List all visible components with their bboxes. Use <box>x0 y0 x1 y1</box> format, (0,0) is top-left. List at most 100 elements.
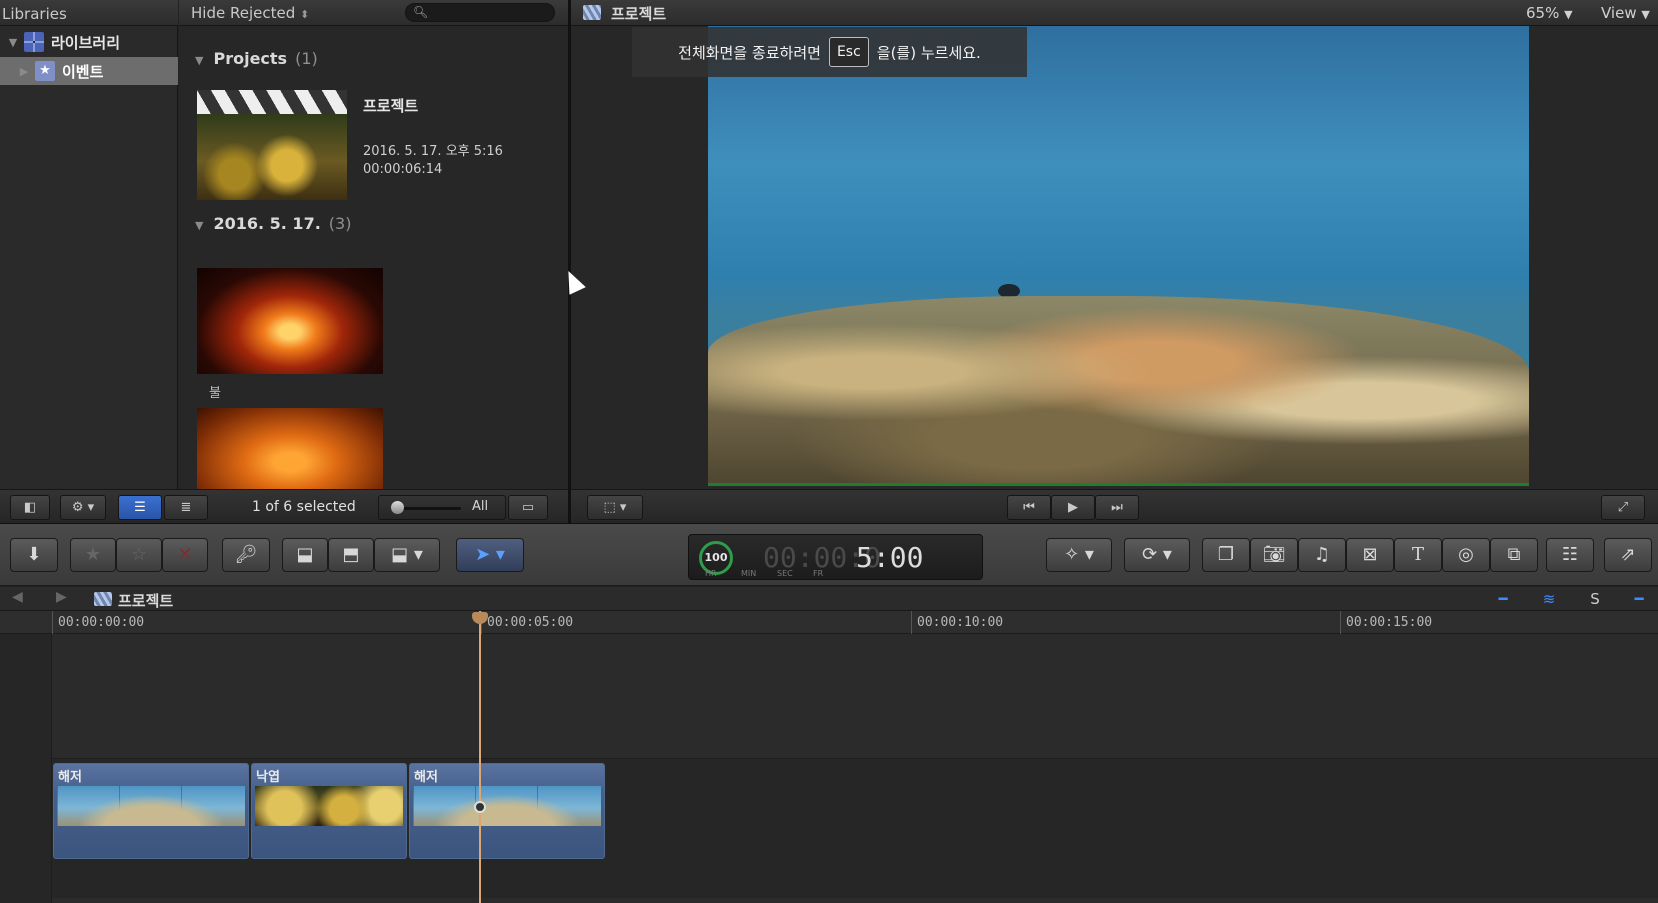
project-poster-image <box>197 114 347 200</box>
list-view-button[interactable]: ≣ <box>164 495 208 520</box>
project-name[interactable]: 프로젝트 <box>363 95 418 116</box>
zoom-popup[interactable]: 65% ▼ <box>1526 4 1573 22</box>
filter-popup[interactable]: Hide Rejected ⬍ <box>191 4 309 22</box>
camera-icon: 📷︎ <box>1262 544 1286 565</box>
video-bottom-line <box>708 483 1529 486</box>
tc-unit-sec: SEC <box>777 569 793 578</box>
show-libraries-button[interactable]: ◧ <box>10 495 50 520</box>
generator-icon: ◎ <box>1458 544 1474 565</box>
ruler-tick <box>1340 611 1341 634</box>
project-thumbnail[interactable] <box>197 90 347 200</box>
sidebar-toggle-icon: ◧ <box>23 500 37 515</box>
enhance-button[interactable]: ✧ ▾ <box>1046 538 1112 572</box>
import-button[interactable]: ⬇ <box>10 538 58 572</box>
go-to-end-button[interactable]: ⏭ <box>1095 495 1139 520</box>
themes-browser-button[interactable]: ⧉ <box>1490 538 1538 572</box>
timeline-clip[interactable]: 해저 <box>409 763 605 859</box>
clip-skimming-icon[interactable]: ━ <box>1490 590 1516 608</box>
view-label: View <box>1601 4 1637 22</box>
share-button[interactable]: ⇗ <box>1604 538 1652 572</box>
reject-button[interactable]: ✕ <box>162 538 208 572</box>
disclosure-triangle-icon[interactable]: ▶ <box>17 65 31 78</box>
sidebar-item-event[interactable]: ▶ ★ 이벤트 <box>0 57 178 85</box>
clip-filmstrip <box>413 786 601 826</box>
go-to-start-button[interactable]: ⏮ <box>1007 495 1051 520</box>
disclosure-triangle-icon[interactable]: ▼ <box>195 54 203 67</box>
library-sidebar: ▼ 라이브러리 ▶ ★ 이벤트 <box>0 26 178 489</box>
dashboard-timecode[interactable]: 100 00:00:0 5:00 HR MIN SEC FR <box>688 534 983 580</box>
solo-icon[interactable]: S <box>1582 590 1608 608</box>
clip-appearance-button[interactable]: ▭ <box>508 495 548 520</box>
clip-filmstrip <box>255 786 403 826</box>
timeline-clip[interactable]: 낙엽 <box>251 763 407 859</box>
zoom-all-label: All <box>472 499 489 514</box>
titles-browser-button[interactable]: T <box>1394 538 1442 572</box>
arrow-pointer-icon: ➤ ▾ <box>475 544 505 565</box>
clip-thumbnail-fire[interactable] <box>197 268 383 374</box>
view-menu[interactable]: View ▼ <box>1601 4 1650 22</box>
music-browser-button[interactable]: ♫ <box>1298 538 1346 572</box>
clapper-strip <box>197 90 347 114</box>
list-icon: ≣ <box>180 500 192 515</box>
playhead[interactable] <box>479 611 481 903</box>
star-event-icon: ★ <box>35 61 55 81</box>
retime-button[interactable]: ⟳ ▾ <box>1124 538 1190 572</box>
main-toolbar: ⬇ ★ ☆ ✕ 🔑︎ ⬓ ⬒ ⬓ ▾ ➤ ▾ 100 00:00:0 5:00 … <box>0 524 1658 586</box>
keyword-button[interactable]: 🔑︎ <box>222 538 270 572</box>
snapping-icon[interactable]: ━ <box>1626 590 1652 608</box>
clip-zoom-slider[interactable]: All <box>378 495 506 520</box>
insert-clip-button[interactable]: ⬒ <box>328 538 374 572</box>
search-field[interactable]: 🔍︎ <box>405 3 555 22</box>
timeline-ruler[interactable]: 00:00:00:00 00:00:05:00 00:00:10:00 00:0… <box>0 611 1658 634</box>
forward-arrow-icon[interactable]: ▶ <box>56 589 67 605</box>
photos-browser-button[interactable]: 📷︎ <box>1250 538 1298 572</box>
video-frame[interactable] <box>708 26 1529 486</box>
transitions-browser-button[interactable]: ⊠ <box>1346 538 1394 572</box>
tc-unit-min: MIN <box>741 569 757 578</box>
zoom-value: 65% <box>1526 4 1560 22</box>
effects-browser-button[interactable]: ❐ <box>1202 538 1250 572</box>
share-icon: ⇗ <box>1620 544 1636 565</box>
chevron-down-icon: ▼ <box>1641 8 1650 21</box>
filmstrip-view-button[interactable]: ☰ <box>118 495 162 520</box>
clapperboard-icon <box>94 592 112 606</box>
appearance-icon: ▭ <box>521 500 535 515</box>
project-duration: 00:00:06:14 <box>363 162 443 177</box>
select-tool-button[interactable]: ➤ ▾ <box>456 538 524 572</box>
transform-menu-button[interactable]: ⬚ ▾ <box>587 495 643 520</box>
group-title: 2016. 5. 17. <box>213 214 321 233</box>
expand-icon: ⤢ <box>1617 500 1629 515</box>
viewer-header: 프로젝트 65% ▼ View ▼ <box>571 0 1658 26</box>
ruler-label: 00:00:10:00 <box>917 615 1004 630</box>
back-arrow-icon[interactable]: ◀ <box>12 589 23 605</box>
timeline-clip[interactable]: 해저 <box>53 763 249 859</box>
play-button[interactable]: ▶ <box>1051 495 1095 520</box>
reef-shape <box>708 296 1529 486</box>
clip-thumbnail-sunset[interactable] <box>197 408 383 489</box>
music-note-icon: ♫ <box>1313 544 1331 565</box>
clapperboard-icon <box>583 5 601 20</box>
favorite-button[interactable]: ★ <box>70 538 116 572</box>
disclosure-triangle-icon[interactable]: ▼ <box>195 219 203 232</box>
generators-browser-button[interactable]: ◎ <box>1442 538 1490 572</box>
sidebar-item-library[interactable]: ▼ 라이브러리 <box>0 28 178 56</box>
viewer-title: 프로젝트 <box>611 5 667 23</box>
inspector-button[interactable]: ☷ <box>1546 538 1594 572</box>
skip-back-icon: ⏮ <box>1023 500 1035 515</box>
slider-knob[interactable] <box>391 501 404 514</box>
connect-clip-button[interactable]: ⬓ <box>282 538 328 572</box>
append-clip-button[interactable]: ⬓ ▾ <box>374 538 440 572</box>
fullscreen-button[interactable]: ⤢ <box>1601 495 1645 520</box>
group-header-date[interactable]: ▼ 2016. 5. 17. (3) <box>195 214 351 233</box>
key-icon: 🔑︎ <box>234 544 258 565</box>
filmstrip-icon: ☰ <box>134 500 146 515</box>
action-menu-button[interactable]: ⚙ ▾ <box>60 495 106 520</box>
themes-icon: ⧉ <box>1507 544 1521 565</box>
audio-skimming-icon[interactable]: ≋ <box>1536 590 1562 608</box>
chevron-down-icon: ▼ <box>1564 8 1573 21</box>
filter-label: Hide Rejected <box>191 4 296 22</box>
disclosure-triangle-icon[interactable]: ▼ <box>6 36 20 49</box>
tc-unit-fr: FR <box>813 569 824 578</box>
unrate-button[interactable]: ☆ <box>116 538 162 572</box>
group-header-projects[interactable]: ▼ Projects (1) <box>195 49 318 68</box>
